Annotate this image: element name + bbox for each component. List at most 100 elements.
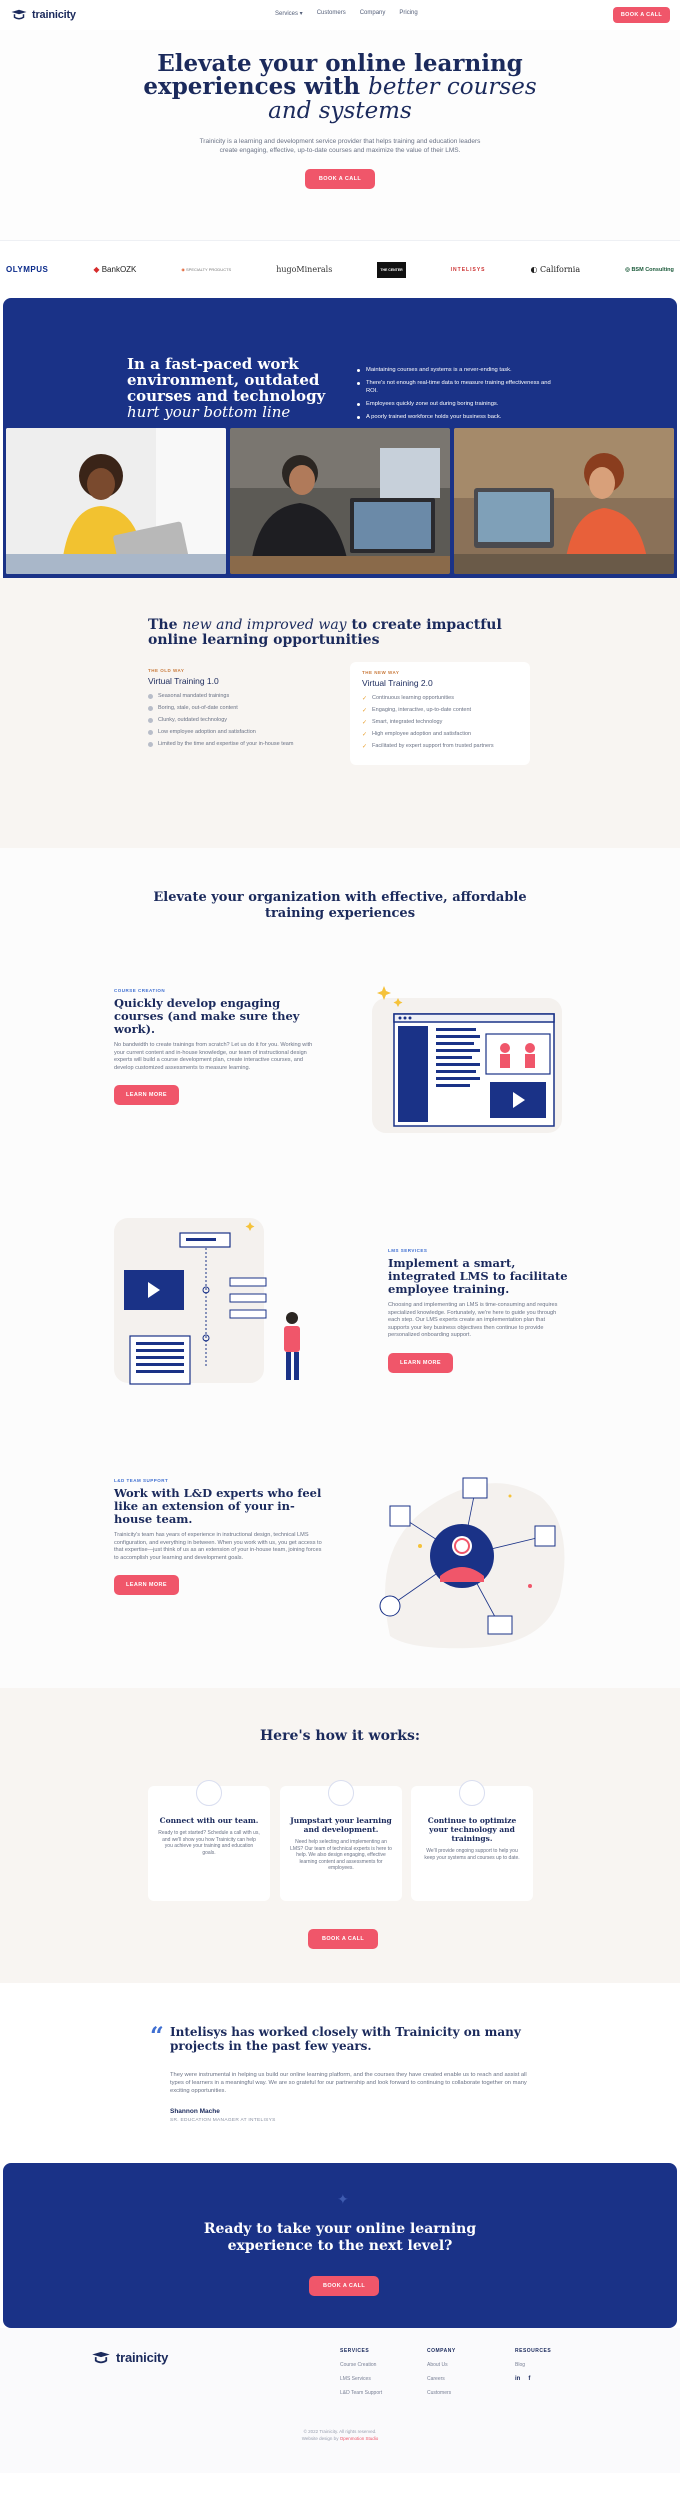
footer-heading: SERVICES — [340, 2348, 370, 2354]
tools-icon — [389, 1505, 411, 1527]
learn-more-button[interactable]: LEARN MORE — [114, 1085, 179, 1105]
check-icon: ✓ — [362, 732, 368, 738]
gear-icon — [379, 1595, 401, 1617]
feature-eyebrow: COURSE CREATION — [114, 988, 166, 993]
footer-link[interactable]: Customers — [427, 2390, 456, 2396]
learn-more-button[interactable]: LEARN MORE — [388, 1352, 453, 1373]
list-item: Clunky, outdated technology — [148, 717, 338, 724]
x-icon — [148, 730, 153, 735]
social-links: in f — [515, 2376, 551, 2382]
check-icon: ✓ — [362, 744, 368, 750]
linkedin-icon[interactable]: in — [515, 2376, 520, 2382]
photo-woman-video-call — [454, 428, 674, 574]
footer-link[interactable]: Blog — [515, 2362, 551, 2368]
footer-link[interactable]: Course Creation — [340, 2362, 382, 2368]
team-support-illustration — [379, 1477, 565, 1649]
x-icon — [148, 706, 153, 711]
footer-link[interactable]: Careers — [427, 2376, 456, 2382]
testimonial-headline: Intelisys has worked closely with Traini… — [170, 2025, 521, 2053]
footer-link[interactable]: About Us — [427, 2362, 456, 2368]
footer-logo[interactable]: trainicity — [90, 2350, 168, 2365]
credit-link[interactable]: Openmotion Studio — [340, 2436, 379, 2441]
connect-icon — [196, 1780, 222, 1806]
nav-company[interactable]: Company — [360, 10, 386, 17]
client-logos: OLYMPUS ◆ BankOZK ◉ SPECIALTY PRODUCTS h… — [0, 240, 680, 298]
testimonial-section: “ Intelisys has worked closely with Trai… — [0, 1983, 680, 2163]
how-book-call-button[interactable]: BOOK A CALL — [308, 1929, 379, 1949]
list-item: Seasonal mandated trainings — [148, 693, 338, 700]
step-body: Need help selecting and implementing an … — [290, 1839, 392, 1871]
footer-services: SERVICES Course Creation LMS Services L&… — [340, 2348, 382, 2404]
hero-section: Elevate your online learning experiences… — [0, 30, 680, 240]
photo-man-computer — [230, 428, 450, 574]
step-title: Connect with our team. — [159, 1816, 259, 1825]
cta-title: Ready to take your online learning exper… — [203, 2221, 477, 2254]
footer-resources: RESOURCES Blog in f — [515, 2348, 551, 2382]
brand-name: trainicity — [116, 2350, 169, 2365]
list-item: ✓ Engaging, interactive, up-to-date conte… — [362, 707, 472, 714]
testimonial-role: SR. EDUCATION MANAGER AT INTELISYS — [170, 2118, 276, 2123]
nav-book-call-button[interactable]: BOOK A CALL — [612, 7, 670, 23]
footer-link[interactable]: LMS Services — [340, 2376, 382, 2382]
logo-icon — [92, 2351, 110, 2363]
compare-title: The new and improved way to create impac… — [148, 617, 502, 648]
problem-item: A poorly trained workforce holds your bu… — [357, 413, 557, 421]
step-body: We'll provide ongoing support to help yo… — [424, 1848, 520, 1861]
client-logo-california: ◐ California — [530, 265, 581, 274]
old-way-title: Virtual Training 1.0 — [148, 676, 219, 686]
x-icon — [148, 694, 153, 699]
feature-course-creation: COURSE CREATION Quickly develop engaging… — [114, 988, 324, 1105]
feature-body: Trainicity's team has years of experienc… — [114, 1532, 322, 1561]
feature-title: Implement a smart, integrated LMS to fac… — [388, 1256, 568, 1296]
check-icon: ✓ — [362, 720, 368, 726]
hero-book-call-button[interactable]: BOOK A CALL — [304, 169, 376, 189]
list-item: Boring, stale, out-of-date content — [148, 705, 338, 712]
list-item: ✓ High employee adoption and satisfaction — [362, 731, 472, 738]
brand-logo[interactable]: trainicity — [10, 9, 76, 21]
nav-customers[interactable]: Customers — [317, 10, 346, 17]
facebook-icon[interactable]: f — [528, 2376, 530, 2382]
new-way-eyebrow: THE NEW WAY — [362, 670, 400, 675]
step-body: Ready to get started? Schedule a call wi… — [158, 1830, 260, 1856]
step-card: Continue to optimize your technology and… — [411, 1780, 533, 1901]
step-title: Jumpstart your learning and development. — [290, 1816, 392, 1834]
footer-link[interactable]: L&D Team Support — [340, 2390, 382, 2396]
nav-services[interactable]: Services ▾ — [275, 10, 303, 17]
course-creation-illustration — [372, 986, 562, 1133]
testimonial-body: They were instrumental in helping us bui… — [170, 2072, 527, 2094]
old-way-column: THE OLD WAY Virtual Training 1.0 Seasona… — [148, 668, 338, 753]
chart-icon — [462, 1477, 488, 1499]
check-icon: ✓ — [362, 708, 368, 714]
list-item: Limited by the time and expertise of you… — [148, 741, 338, 748]
list-item: Low employee adoption and satisfaction — [148, 729, 338, 736]
logo-icon — [11, 9, 27, 20]
nav-pricing[interactable]: Pricing — [399, 10, 417, 17]
feature-lms-services: LMS SERVICES Implement a smart, integrat… — [388, 1248, 568, 1373]
feature-body: No bandwidth to create trainings from sc… — [114, 1042, 313, 1071]
new-way-card: THE NEW WAY Virtual Training 2.0 ✓ Contin… — [350, 662, 530, 765]
list-item: ✓ Facilitated by expert support from trus… — [362, 743, 494, 750]
feature-eyebrow: L&D TEAM SUPPORT — [114, 1478, 169, 1483]
features-title: Elevate your organization with effective… — [153, 890, 527, 921]
top-nav: trainicity Services ▾ Customers Company … — [0, 0, 680, 30]
how-it-works-section: Here's how it works: Connect with our te… — [0, 1688, 680, 1983]
copyright-text: © 2022 Trainicity. All rights reserved. — [303, 2429, 377, 2434]
feature-body: Choosing and implementing an LMS is time… — [388, 1302, 558, 1338]
photo-woman-laptop — [6, 428, 226, 574]
compare-section: The new and improved way to create impac… — [0, 578, 680, 848]
footer-heading: RESOURCES — [515, 2348, 552, 2354]
feature-ld-team-support: L&D TEAM SUPPORT Work with L&D experts w… — [114, 1478, 324, 1595]
features-section: Elevate your organization with effective… — [0, 848, 680, 1688]
frame-icon — [534, 1525, 556, 1547]
hero-title-line2a: experiences with — [143, 73, 369, 100]
list-item: ✓ Smart, integrated technology — [362, 719, 443, 726]
feature-title: Work with L&D experts who feel like an e… — [114, 1486, 322, 1526]
hero-title-line2b: better courses — [368, 74, 537, 100]
client-logo-intelisys: INTELISYS — [450, 266, 486, 273]
testimonial-author: Shannon Mache — [170, 2108, 220, 2115]
learn-more-button[interactable]: LEARN MORE — [114, 1575, 179, 1595]
problem-item: Employees quickly zone out during boring… — [357, 400, 557, 408]
quote-icon: “ — [150, 2021, 164, 2050]
x-icon — [148, 742, 153, 747]
cta-book-call-button[interactable]: BOOK A CALL — [309, 2276, 380, 2296]
